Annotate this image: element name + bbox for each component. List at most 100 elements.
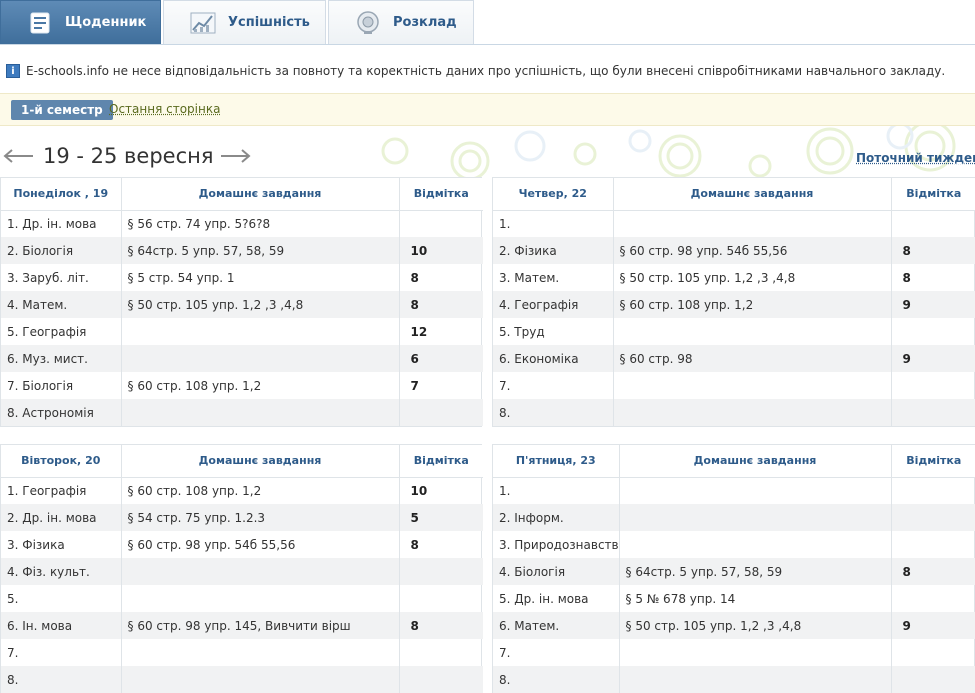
lesson-homework xyxy=(619,477,892,504)
lesson-subject: 5. Труд xyxy=(493,318,614,345)
lesson-subject: 6. Економіка xyxy=(493,345,614,372)
mark-column-header: Відмітка xyxy=(399,178,483,211)
tab-performance-label: Успішність xyxy=(228,15,310,30)
lesson-mark: 8 xyxy=(410,537,419,552)
lesson-mark xyxy=(399,558,483,585)
semester-button[interactable]: 1-й семестр xyxy=(11,100,113,120)
day-header: Понеділок , 19 xyxy=(1,178,122,211)
lesson-mark xyxy=(399,585,483,612)
lesson-row: 4. Біологія § 64стр. 5 упр. 57, 58, 59 8 xyxy=(493,558,975,585)
lesson-homework xyxy=(121,666,400,693)
lesson-mark: 9 xyxy=(891,612,975,639)
day-friday: П'ятниця, 23 Домашнє завдання Відмітка 1… xyxy=(492,444,975,693)
mark-column-header: Відмітка xyxy=(891,445,975,478)
day-header: П'ятниця, 23 xyxy=(493,445,620,478)
lesson-row: 5. Географія 12 xyxy=(1,318,483,345)
lesson-subject: 1. Др. ін. мова xyxy=(1,210,122,237)
chart-icon xyxy=(190,10,216,36)
lesson-subject: 6. Ін. мова xyxy=(1,612,122,639)
lesson-row: 1. Др. ін. мова § 56 стр. 74 упр. 5?6?8 xyxy=(1,210,483,237)
lesson-subject: 1. Географія xyxy=(1,477,122,504)
last-page-link[interactable]: Остання сторінка xyxy=(109,102,220,116)
lesson-row: 2. Фізика § 60 стр. 98 упр. 54б 55,56 8 xyxy=(493,237,975,264)
next-week-arrow-icon[interactable] xyxy=(220,148,252,164)
lesson-subject: 7. xyxy=(1,639,122,666)
tab-schedule[interactable]: Розклад xyxy=(328,0,474,44)
lesson-subject: 5. Географія xyxy=(1,318,122,345)
lesson-homework: § 5 стр. 54 упр. 1 xyxy=(121,264,400,291)
lesson-homework: § 64стр. 5 упр. 57, 58, 59 xyxy=(619,558,892,585)
lesson-subject: 4. Матем. xyxy=(1,291,122,318)
day-tuesday: Вівторок, 20 Домашнє завдання Відмітка 1… xyxy=(0,444,483,693)
lesson-mark xyxy=(891,639,975,666)
lesson-homework: § 50 стр. 105 упр. 1,2 ,3 ,4,8 xyxy=(121,291,400,318)
tab-schedule-label: Розклад xyxy=(393,15,457,30)
lesson-row: 6. Ін. мова § 60 стр. 98 упр. 145, Вивчит… xyxy=(1,612,483,639)
lesson-mark xyxy=(891,504,975,531)
tab-diary[interactable]: Щоденник xyxy=(0,0,161,44)
lesson-mark xyxy=(891,666,975,693)
lesson-row: 6. Матем. § 50 стр. 105 упр. 1,2 ,3 ,4,8 9 xyxy=(493,612,975,639)
lesson-mark xyxy=(891,531,975,558)
lesson-row: 7. Біологія § 60 стр. 108 упр. 1,2 7 xyxy=(1,372,483,399)
lesson-row: 1. xyxy=(493,210,975,237)
lesson-homework xyxy=(613,399,892,426)
lesson-row: 8. Астрономія xyxy=(1,399,483,426)
lesson-homework: § 60 стр. 98 упр. 145, Вивчити вірш xyxy=(121,612,400,639)
lesson-homework xyxy=(121,345,400,372)
lesson-mark: 10 xyxy=(410,483,428,498)
lesson-homework: § 60 стр. 98 упр. 54б 55,56 xyxy=(121,531,400,558)
lesson-subject: 2. Біологія xyxy=(1,237,122,264)
prev-week-arrow-icon[interactable] xyxy=(2,148,34,164)
lesson-subject: 1. xyxy=(493,210,614,237)
lesson-mark xyxy=(891,585,975,612)
lesson-subject: 4. Географія xyxy=(493,291,614,318)
lesson-mark xyxy=(891,210,975,237)
lesson-row: 3. Природознавство xyxy=(493,531,975,558)
lesson-homework xyxy=(121,318,400,345)
lesson-row: 3. Заруб. літ. § 5 стр. 54 упр. 1 8 xyxy=(1,264,483,291)
homework-column-header: Домашнє завдання xyxy=(619,445,892,478)
week-navigation: 19 - 25 вересня Поточний тиждень xyxy=(0,140,975,174)
lesson-mark xyxy=(891,477,975,504)
lesson-subject: 5. Др. ін. мова xyxy=(493,585,620,612)
lesson-row: 6. Економіка § 60 стр. 98 9 xyxy=(493,345,975,372)
lesson-mark: 8 xyxy=(399,612,483,639)
semester-bar: 1-й семестр Остання сторінка xyxy=(0,93,975,126)
lesson-subject: 7. xyxy=(493,372,614,399)
lesson-row: 8. xyxy=(493,399,975,426)
lesson-homework: § 64стр. 5 упр. 57, 58, 59 xyxy=(121,237,400,264)
day-header: Четвер, 22 xyxy=(493,178,614,211)
lesson-row: 8. xyxy=(493,666,975,693)
lesson-mark: 8 xyxy=(891,237,975,264)
tab-diary-label: Щоденник xyxy=(65,15,147,30)
lesson-row: 7. xyxy=(493,639,975,666)
lesson-subject: 6. Матем. xyxy=(493,612,620,639)
lesson-subject: 7. Біологія xyxy=(1,372,122,399)
lesson-homework: § 54 стр. 75 упр. 1.2.3 xyxy=(121,504,400,531)
lesson-row: 4. Матем. § 50 стр. 105 упр. 1,2 ,3 ,4,8 8 xyxy=(1,291,483,318)
lesson-subject: 3. Природознавство xyxy=(493,531,620,558)
lesson-mark: 10 xyxy=(399,237,483,264)
lesson-mark xyxy=(399,666,483,693)
lesson-mark xyxy=(399,399,483,426)
lesson-subject: 8. xyxy=(1,666,122,693)
lesson-mark: 6 xyxy=(399,345,483,372)
lesson-mark xyxy=(891,399,975,426)
lesson-homework: § 50 стр. 105 упр. 1,2 ,3 ,4,8 xyxy=(619,612,892,639)
tab-performance[interactable]: Успішність xyxy=(163,0,326,44)
lesson-mark: 7 xyxy=(410,378,419,393)
lesson-row: 4. Географія § 60 стр. 108 упр. 1,2 9 xyxy=(493,291,975,318)
lesson-row: 2. Др. ін. мова § 54 стр. 75 упр. 1.2.3 5 xyxy=(1,504,483,531)
lesson-row: 7. xyxy=(1,639,483,666)
homework-column-header: Домашнє завдання xyxy=(121,178,400,211)
lesson-homework xyxy=(613,372,892,399)
lesson-mark xyxy=(891,372,975,399)
lesson-row: 5. Труд xyxy=(493,318,975,345)
main-tabs: Щоденник Успішність Розклад xyxy=(0,0,975,45)
lesson-homework: § 60 стр. 108 упр. 1,2 xyxy=(121,372,400,399)
lesson-homework xyxy=(619,639,892,666)
day-header: Вівторок, 20 xyxy=(1,445,122,478)
lesson-row: 1. Географія § 60 стр. 108 упр. 1,2 10 xyxy=(1,477,483,504)
current-week-link[interactable]: Поточний тиждень xyxy=(856,151,975,165)
